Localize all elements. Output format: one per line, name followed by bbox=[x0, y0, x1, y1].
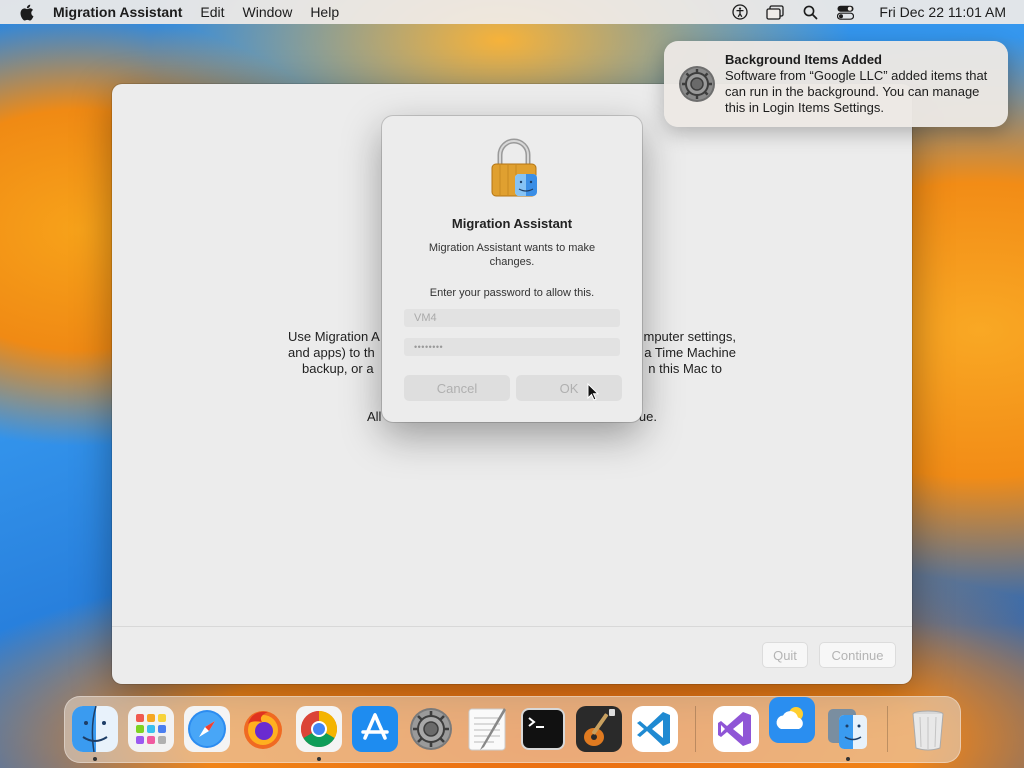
dock-separator-trash bbox=[887, 706, 888, 752]
spotlight-search-icon[interactable] bbox=[801, 3, 819, 21]
accessibility-icon[interactable] bbox=[731, 3, 749, 21]
migration-assistant-running-indicator bbox=[846, 757, 850, 761]
username-field[interactable]: VM4 bbox=[404, 309, 620, 327]
cancel-button[interactable]: Cancel bbox=[404, 375, 510, 401]
finder-running-indicator bbox=[93, 757, 97, 761]
system-settings-icon bbox=[678, 65, 716, 103]
help-menu[interactable]: Help bbox=[310, 4, 339, 20]
edit-menu[interactable]: Edit bbox=[200, 4, 224, 20]
screen-mirroring-icon[interactable] bbox=[766, 3, 785, 21]
firefox-dock-icon[interactable] bbox=[240, 706, 286, 752]
chrome-dock-icon[interactable] bbox=[296, 706, 342, 752]
app-menu[interactable]: Migration Assistant bbox=[53, 4, 182, 20]
mouse-cursor-icon bbox=[587, 382, 600, 401]
launchpad-dock-icon[interactable] bbox=[128, 706, 174, 752]
terminal-dock-icon[interactable] bbox=[520, 706, 566, 752]
vscode-dock-icon[interactable] bbox=[632, 706, 678, 752]
menu-bar: Migration Assistant Edit Window Help Fri… bbox=[0, 0, 1024, 24]
ok-button[interactable]: OK bbox=[516, 375, 622, 401]
migration-assistant-dock-icon[interactable] bbox=[825, 706, 871, 752]
background-items-notification[interactable]: Background Items Added Software from “Go… bbox=[664, 41, 1008, 127]
chrome-running-indicator bbox=[317, 757, 321, 761]
visual-studio-dock-icon[interactable] bbox=[713, 706, 759, 752]
control-center-icon[interactable] bbox=[836, 3, 854, 21]
intro-text-line1-right: mputer settings, bbox=[643, 329, 737, 344]
menu-bar-clock[interactable]: Fri Dec 22 11:01 AM bbox=[879, 4, 1006, 20]
lock-finder-icon bbox=[488, 138, 540, 198]
intro-text-line1-left: Use Migration A bbox=[288, 329, 380, 344]
notification-title: Background Items Added bbox=[725, 52, 882, 67]
textedit-dock-icon[interactable] bbox=[464, 706, 510, 752]
dock-separator bbox=[695, 706, 696, 752]
system-settings-dock-icon[interactable] bbox=[408, 706, 454, 752]
intro-text-line2-left: and apps) to th bbox=[288, 345, 375, 360]
quit-apps-note-left: All bbox=[367, 409, 382, 424]
continue-button[interactable]: Continue bbox=[819, 642, 896, 668]
intro-text-line3-right: n this Mac to bbox=[648, 361, 722, 376]
intro-text-line2-right: a Time Machine bbox=[644, 345, 736, 360]
dialog-title: Migration Assistant bbox=[451, 216, 573, 231]
dialog-message: Migration Assistant wants to make change… bbox=[428, 242, 596, 268]
password-field[interactable]: •••••••• bbox=[404, 338, 620, 356]
garageband-dock-icon[interactable] bbox=[576, 706, 622, 752]
app-store-dock-icon[interactable] bbox=[352, 706, 398, 752]
window-menu[interactable]: Window bbox=[243, 4, 293, 20]
notification-body: Software from “Google LLC” added items t… bbox=[725, 68, 988, 115]
apple-menu-icon[interactable] bbox=[17, 3, 35, 21]
finder-dock-icon[interactable] bbox=[72, 706, 118, 752]
weather-dock-icon[interactable] bbox=[769, 697, 815, 743]
authentication-dialog: Migration Assistant Migration Assistant … bbox=[382, 116, 642, 422]
intro-text-line3-left: backup, or a bbox=[302, 361, 374, 376]
dialog-prompt: Enter your password to allow this. bbox=[429, 287, 595, 299]
trash-dock-icon[interactable] bbox=[905, 706, 951, 752]
safari-dock-icon[interactable] bbox=[184, 706, 230, 752]
quit-button[interactable]: Quit bbox=[762, 642, 808, 668]
